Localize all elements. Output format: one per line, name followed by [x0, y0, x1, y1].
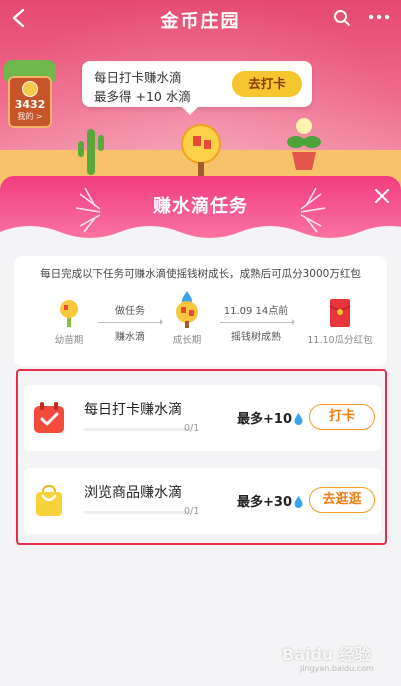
potted-plant-icon — [287, 118, 321, 170]
arrow-line — [98, 319, 163, 325]
coin-amount: 3432 — [14, 98, 46, 111]
step-do-tasks: 做任务 — [98, 302, 162, 317]
task-reward: 最多+10 — [237, 408, 303, 427]
step-do-tasks-2: 赚水滴 — [98, 328, 162, 343]
step-line-1: 做任务 — [115, 306, 145, 317]
red-packet-icon — [329, 299, 351, 327]
shopping-bag-icon — [36, 484, 62, 516]
coin-icon — [22, 81, 38, 97]
top-bar: 金币庄园 — [0, 0, 401, 38]
bubble-line-2: 最多得 +10 水滴 — [94, 89, 191, 104]
close-icon[interactable] — [374, 188, 390, 204]
stage-seedling: 幼苗期 — [44, 298, 94, 346]
step-mature: 11.09 14点前 — [216, 302, 296, 317]
stage-growing: 成长期 — [162, 290, 212, 346]
checkin-button[interactable]: 打卡 — [309, 404, 375, 430]
task-reward-text: 最多+30 — [237, 495, 292, 510]
stage-label: 幼苗期 — [54, 335, 84, 346]
arrow-line — [220, 319, 295, 325]
task-reward: 最多+30 — [237, 491, 303, 510]
step-mature-2: 摇钱树成熟 — [216, 328, 296, 343]
task-progress-text: 0/1 — [184, 423, 200, 434]
seedling-icon — [60, 300, 78, 327]
watermark-url: jingyan.baidu.com — [300, 664, 374, 673]
step-line-2: 摇钱树成熟 — [231, 332, 281, 343]
task-progress-bar — [84, 428, 190, 431]
task-reward-text: 最多+10 — [237, 412, 292, 427]
task-row-checkin: 每日打卡赚水滴 0/1 最多+10 打卡 — [24, 385, 381, 451]
browse-button[interactable]: 去逛逛 — [309, 487, 375, 513]
more-icon[interactable] — [368, 10, 390, 24]
task-modal: 赚水滴任务 每日完成以下任务可赚水滴使摇钱树成长，成熟后可瓜分3000万红包 幼… — [0, 176, 401, 686]
stage-label: 11.10瓜分红包 — [307, 335, 373, 346]
checkin-bubble: 每日打卡赚水滴 最多得 +10 水滴 去打卡 — [82, 61, 312, 115]
task-row-browse: 浏览商品赚水滴 0/1 最多+30 去逛逛 — [24, 468, 381, 534]
header-wave — [0, 226, 401, 250]
step-line-1: 11.09 14点前 — [223, 306, 289, 317]
water-drop-icon — [294, 496, 303, 508]
bubble-line-1: 每日打卡赚水滴 — [94, 70, 182, 85]
task-progress-text: 0/1 — [184, 506, 200, 517]
go-checkin-button[interactable]: 去打卡 — [232, 71, 302, 97]
stage-label: 成长期 — [172, 335, 202, 346]
intro-text: 每日完成以下任务可赚水滴使摇钱树成长，成熟后可瓜分3000万红包 — [40, 268, 361, 280]
coin-wallet[interactable]: 3432 我的 > — [8, 76, 52, 128]
task-progress-bar — [84, 511, 190, 514]
search-icon[interactable] — [333, 9, 351, 27]
money-tree-icon[interactable] — [172, 122, 230, 180]
growing-tree-icon — [176, 291, 198, 328]
calendar-check-icon — [34, 402, 64, 433]
task-name: 浏览商品赚水滴 — [84, 485, 182, 501]
modal-header: 赚水滴任务 — [0, 176, 401, 250]
intro-card: 每日完成以下任务可赚水滴使摇钱树成长，成熟后可瓜分3000万红包 幼苗期 做任务… — [14, 256, 387, 366]
watermark-logo: Baidu 经验 — [282, 645, 371, 664]
step-line-2: 赚水滴 — [115, 332, 145, 343]
wallet-label: 我的 > — [17, 112, 43, 121]
modal-title: 赚水滴任务 — [153, 196, 248, 217]
stage-red-packet: 11.10瓜分红包 — [300, 298, 380, 346]
water-drop-icon — [294, 413, 303, 425]
cactus-icon — [78, 129, 104, 175]
task-name: 每日打卡赚水滴 — [84, 402, 182, 418]
